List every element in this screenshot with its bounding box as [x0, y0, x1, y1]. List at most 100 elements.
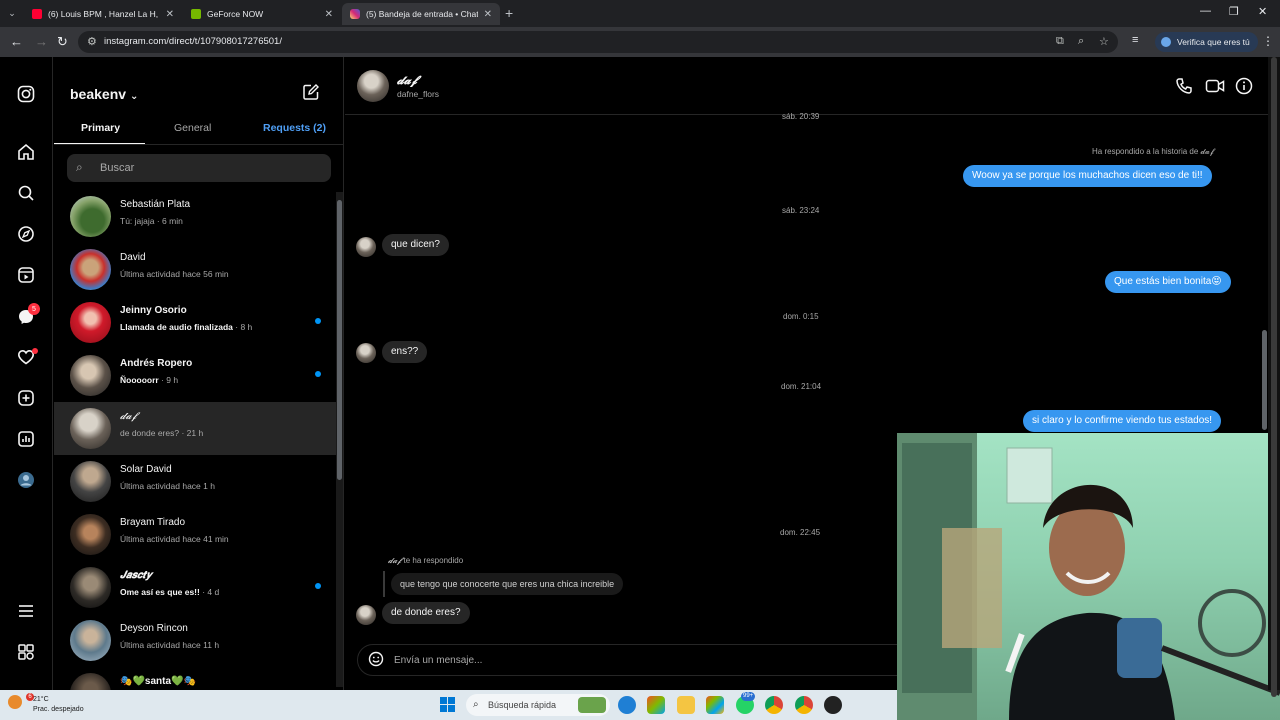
quoted-message[interactable]: que tengo que conocerte que eres una chi… — [391, 573, 624, 595]
message-sent[interactable]: Que estás bien bonita😝 — [1105, 271, 1231, 293]
close-window-icon[interactable]: ✕ — [1258, 5, 1267, 18]
search-icon: ⌕ — [473, 699, 479, 710]
start-button[interactable] — [440, 697, 456, 713]
chat-scroll-thumb[interactable] — [1262, 330, 1267, 430]
chat-contact-name[interactable]: 𝓭𝓪𝓯 — [397, 73, 417, 88]
edge-icon[interactable] — [618, 696, 636, 714]
profile-verify-button[interactable]: Verifica que eres tú — [1155, 32, 1258, 52]
zoom-icon[interactable]: ⌕ — [1078, 35, 1084, 48]
messenger-badge: 5 — [28, 303, 40, 315]
new-message-icon[interactable] — [302, 83, 320, 106]
search-icon[interactable] — [16, 183, 36, 203]
message-received[interactable]: ens?? — [382, 341, 428, 363]
conversation-item[interactable]: David Última actividad hace 56 min — [54, 243, 343, 296]
home-icon[interactable] — [16, 142, 36, 162]
story-reply-note: Ha respondido a la historia de 𝓭𝓪𝓯 — [1092, 147, 1214, 156]
conversation-item-selected[interactable]: 𝓭𝓪𝓯 de donde eres? · 21 h — [54, 402, 343, 455]
avatar — [70, 620, 111, 661]
menu-icon[interactable] — [16, 601, 36, 621]
preview-time: · 9 h — [158, 375, 179, 385]
copilot-icon[interactable] — [647, 696, 665, 714]
address-bar[interactable]: ⚙ instagram.com/direct/t/107908017276501… — [78, 31, 1118, 53]
conversation-preview: Ñooooorr · 9 h — [120, 375, 178, 385]
reels-icon[interactable] — [16, 265, 36, 285]
reload-icon[interactable]: ↻ — [57, 34, 68, 50]
restore-icon[interactable]: ❐ — [1229, 5, 1239, 18]
chat-header: 𝓭𝓪𝓯 dafne_flors — [345, 57, 1268, 115]
conversation-name: 𝑱𝒂𝒔𝒄𝒕𝒚 — [120, 570, 153, 581]
inbox-scroll-thumb[interactable] — [337, 200, 342, 480]
search-input[interactable]: ⌕ Buscar — [67, 154, 331, 182]
browser-tab-youtube[interactable]: (6) Louis BPM , Hanzel La H, Ju ✕ — [24, 3, 182, 25]
site-info-icon[interactable]: ⚙ — [87, 35, 97, 48]
browser-tab-geforce[interactable]: GeForce NOW ✕ — [183, 3, 341, 25]
back-icon[interactable]: ← — [10, 34, 23, 49]
conversation-name: Deyson Rincon — [120, 623, 188, 634]
instagram-icon[interactable] — [16, 84, 36, 104]
more-icon[interactable] — [16, 642, 36, 662]
conversation-item[interactable]: 🎭💚santa💚🎭 — [54, 667, 343, 690]
tab-general[interactable]: General — [174, 122, 211, 134]
conversation-item[interactable]: Solar David Última actividad hace 1 h — [54, 455, 343, 508]
message-sent[interactable]: Woow ya se porque los muchachos dicen es… — [963, 165, 1212, 187]
message-received[interactable]: de donde eres? — [382, 602, 470, 624]
reply-note: 𝓭𝓪𝓯 te ha respondido — [388, 556, 463, 566]
page-scroll-thumb[interactable] — [1271, 57, 1277, 697]
obs-icon[interactable] — [824, 696, 842, 714]
profile-icon[interactable] — [16, 470, 36, 490]
chrome-icon[interactable] — [765, 696, 783, 714]
conversation-item[interactable]: Deyson Rincon Última actividad hace 11 h — [54, 614, 343, 667]
preview-text: Ome así es que es!! — [120, 587, 200, 597]
close-tab-icon[interactable]: ✕ — [484, 9, 492, 20]
tab-title: (5) Bandeja de entrada • Chats — [366, 9, 478, 19]
explore-icon[interactable] — [16, 224, 36, 244]
dashboard-icon[interactable] — [16, 429, 36, 449]
install-app-icon[interactable]: ⧉ — [1056, 35, 1064, 48]
minimize-icon[interactable]: — — [1200, 5, 1211, 17]
timestamp: dom. 21:04 — [781, 382, 822, 391]
account-switcher[interactable]: beakenv ⌄ — [70, 86, 138, 102]
conversation-preview: Última actividad hace 11 h — [120, 640, 220, 650]
reading-list-icon[interactable]: ≡ — [1132, 34, 1138, 46]
conversation-item[interactable]: Brayam Tirado Última actividad hace 41 m… — [54, 508, 343, 561]
info-icon[interactable] — [1235, 77, 1253, 100]
conversation-preview: Última actividad hace 41 min — [120, 534, 229, 544]
conversation-item[interactable]: Jeinny Osorio Llamada de audio finalizad… — [54, 296, 343, 349]
file-explorer-icon[interactable] — [677, 696, 695, 714]
weather-temp: 21°C — [33, 696, 49, 703]
conversation-item[interactable]: Andrés Ropero Ñooooorr · 9 h — [54, 349, 343, 402]
close-tab-icon[interactable]: ✕ — [325, 9, 333, 20]
tab-list-button[interactable]: ⌄ — [4, 5, 20, 21]
conversation-name: Sebastián Plata — [120, 199, 191, 210]
page-scrollbar[interactable] — [1268, 57, 1280, 697]
chat-avatar[interactable] — [357, 70, 389, 102]
video-call-icon[interactable] — [1205, 77, 1225, 100]
emoji-icon[interactable] — [368, 651, 384, 670]
chrome-profile-icon[interactable] — [795, 696, 813, 714]
message-sent[interactable]: si claro y lo confirme viendo tus estado… — [1023, 410, 1222, 432]
store-icon[interactable] — [706, 696, 724, 714]
message-received[interactable]: que dicen? — [382, 234, 449, 256]
conversation-preview: Llamada de audio finalizada · 8 h — [120, 322, 252, 332]
browser-tab-instagram[interactable]: (5) Bandeja de entrada • Chats ✕ — [342, 3, 500, 25]
message-placeholder: Envía un mensaje... — [394, 655, 483, 666]
conversation-preview: Ome así es que es!! · 4 d — [120, 587, 219, 597]
profile-avatar-icon — [1161, 37, 1171, 47]
webcam-overlay — [897, 433, 1280, 720]
bookmark-star-icon[interactable]: ☆ — [1099, 35, 1109, 48]
phone-icon[interactable] — [1175, 77, 1193, 100]
browser-menu-icon[interactable]: ⋮ — [1262, 34, 1274, 48]
sender-avatar — [356, 237, 376, 257]
tab-requests[interactable]: Requests (2) — [263, 122, 326, 134]
close-tab-icon[interactable]: ✕ — [166, 9, 174, 20]
tab-title: GeForce NOW — [207, 9, 264, 19]
sender-avatar — [356, 605, 376, 625]
conversation-item[interactable]: Sebastián Plata Tú: jajaja · 6 min — [54, 190, 343, 243]
create-icon[interactable] — [16, 388, 36, 408]
tab-primary[interactable]: Primary — [81, 122, 120, 134]
conversation-item[interactable]: 𝑱𝒂𝒔𝒄𝒕𝒚 Ome así es que es!! · 4 d — [54, 561, 343, 614]
forward-icon[interactable]: → — [35, 34, 48, 49]
taskbar-search[interactable]: ⌕ Búsqueda rápida — [466, 694, 610, 716]
new-tab-button[interactable]: + — [505, 5, 513, 21]
conversation-preview: Tú: jajaja · 6 min — [120, 216, 183, 226]
